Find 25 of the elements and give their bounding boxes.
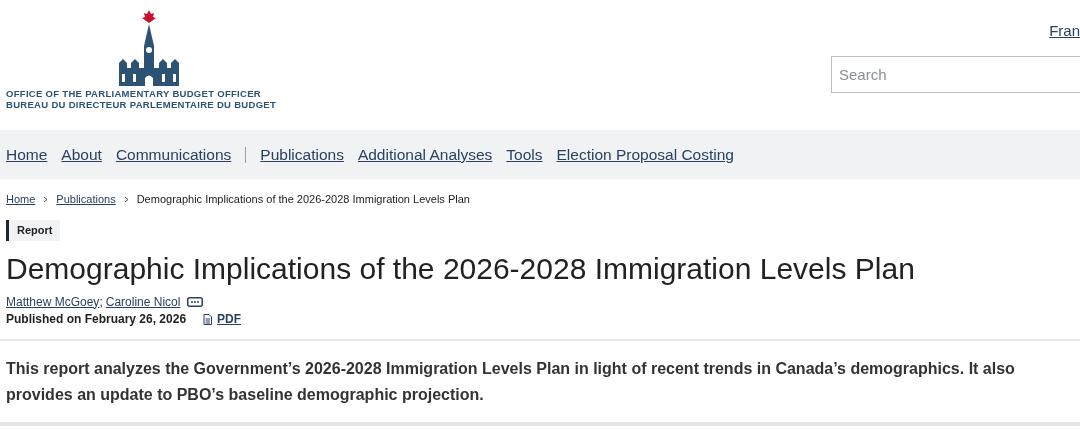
nav-link[interactable]: Tools: [506, 142, 543, 167]
breadcrumb-current: Demographic Implications of the 2026-2028 Immigration Levels Plan: [136, 191, 470, 207]
chevron-icon: [43, 195, 49, 203]
nav-link[interactable]: Election Proposal Costing: [556, 142, 734, 167]
nav-link[interactable]: About: [61, 142, 102, 167]
summary-text: This report analyzes the Government’s 2026-2028 Immigration Levels Plan in light of recent trends in Canada’s demographics. It also provides an update to PBO’s baseline demographic projection.: [6, 359, 1016, 405]
pdf-link[interactable]: PDF: [217, 310, 242, 328]
nav-link[interactable]: Publications: [260, 142, 344, 167]
page-title: Demographic Implications of the 2026-2028 Immigration Levels Plan: [5, 251, 916, 287]
published-date: Published on February 26, 2026: [6, 311, 187, 328]
report-badge: Report: [6, 220, 61, 241]
language-link[interactable]: Fran: [1049, 20, 1080, 43]
logo-text: BUREAU DU DIRECTEUR PARLEMENTAIRE DU BUDGET: [6, 99, 277, 110]
nav-link[interactable]: Home: [6, 142, 48, 167]
logo-text: OFFICE OF THE PARLIAMENTARY BUDGET OFFICER: [6, 88, 263, 99]
breadcrumb-link[interactable]: Home: [6, 190, 36, 208]
search-field[interactable]: Search: [831, 55, 1080, 93]
nav-link[interactable]: Additional Analyses: [357, 142, 493, 167]
nav-link[interactable]: Communications: [115, 142, 232, 167]
more-icon[interactable]: [187, 296, 204, 307]
separator: ;: [99, 293, 103, 311]
breadcrumb-link[interactable]: Publications: [56, 190, 116, 208]
document-icon: [203, 313, 213, 325]
author-link[interactable]: Caroline Nicol: [105, 292, 181, 311]
chevron-icon: [123, 195, 129, 203]
